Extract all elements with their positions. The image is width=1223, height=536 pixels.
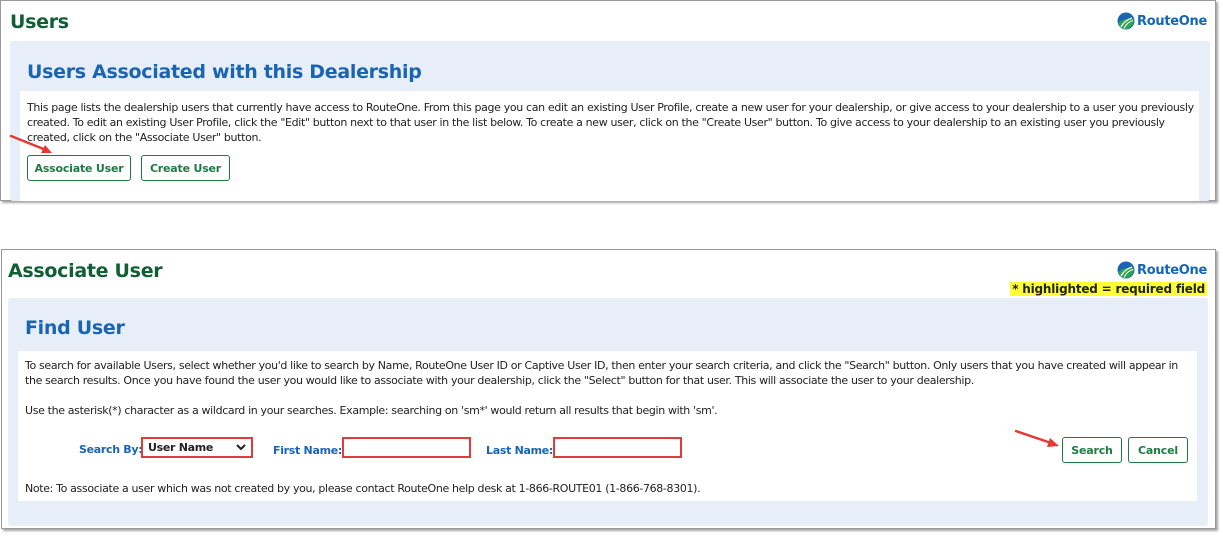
create-user-button[interactable]: Create User [141,155,230,181]
help-desk-note: Note: To associate a user which was not … [25,482,701,495]
routeone-logo: RouteOne [1117,12,1207,30]
section-title: Find User [25,317,125,339]
last-name-input[interactable] [553,437,682,458]
page-description: This page lists the dealership users tha… [27,101,1194,144]
annotation-arrow-icon [9,134,52,153]
last-name-label: Last Name: [486,444,554,457]
search-by-select[interactable]: User Name [141,437,253,458]
logo-text: RouteOne [1137,262,1207,278]
first-name-label: First Name: [273,444,342,457]
search-button[interactable]: Search [1062,437,1122,463]
wildcard-note: Use the asterisk(*) character as a wildc… [25,404,718,417]
users-section-body: This page lists the dealership users tha… [20,91,1199,201]
first-name-input[interactable] [342,437,471,458]
required-field-note: * highlighted = required field [1010,282,1207,296]
find-user-section: Find User To search for available Users,… [8,298,1208,526]
chevron-down-icon [236,444,246,451]
section-title: Users Associated with this Dealership [27,61,422,83]
annotation-arrow-icon [1014,429,1059,447]
users-panel: Users RouteOne Users Associated with thi… [0,0,1216,201]
logo-text: RouteOne [1137,13,1207,29]
routeone-globe-icon [1117,12,1135,30]
cancel-button[interactable]: Cancel [1128,437,1188,463]
search-by-label: Search By: [79,443,143,456]
users-section: Users Associated with this Dealership Th… [10,41,1210,201]
associate-user-button[interactable]: Associate User [27,155,131,181]
associate-user-panel: Associate User RouteOne * highlighted = … [1,249,1216,529]
page-title: Users [10,11,69,33]
find-user-body: To search for available Users, select wh… [18,351,1197,501]
search-by-value: User Name [148,441,214,454]
page-title: Associate User [8,260,163,282]
routeone-globe-icon [1117,261,1135,279]
routeone-logo: RouteOne [1117,261,1207,279]
search-instructions: To search for available Users, select wh… [25,359,1178,387]
